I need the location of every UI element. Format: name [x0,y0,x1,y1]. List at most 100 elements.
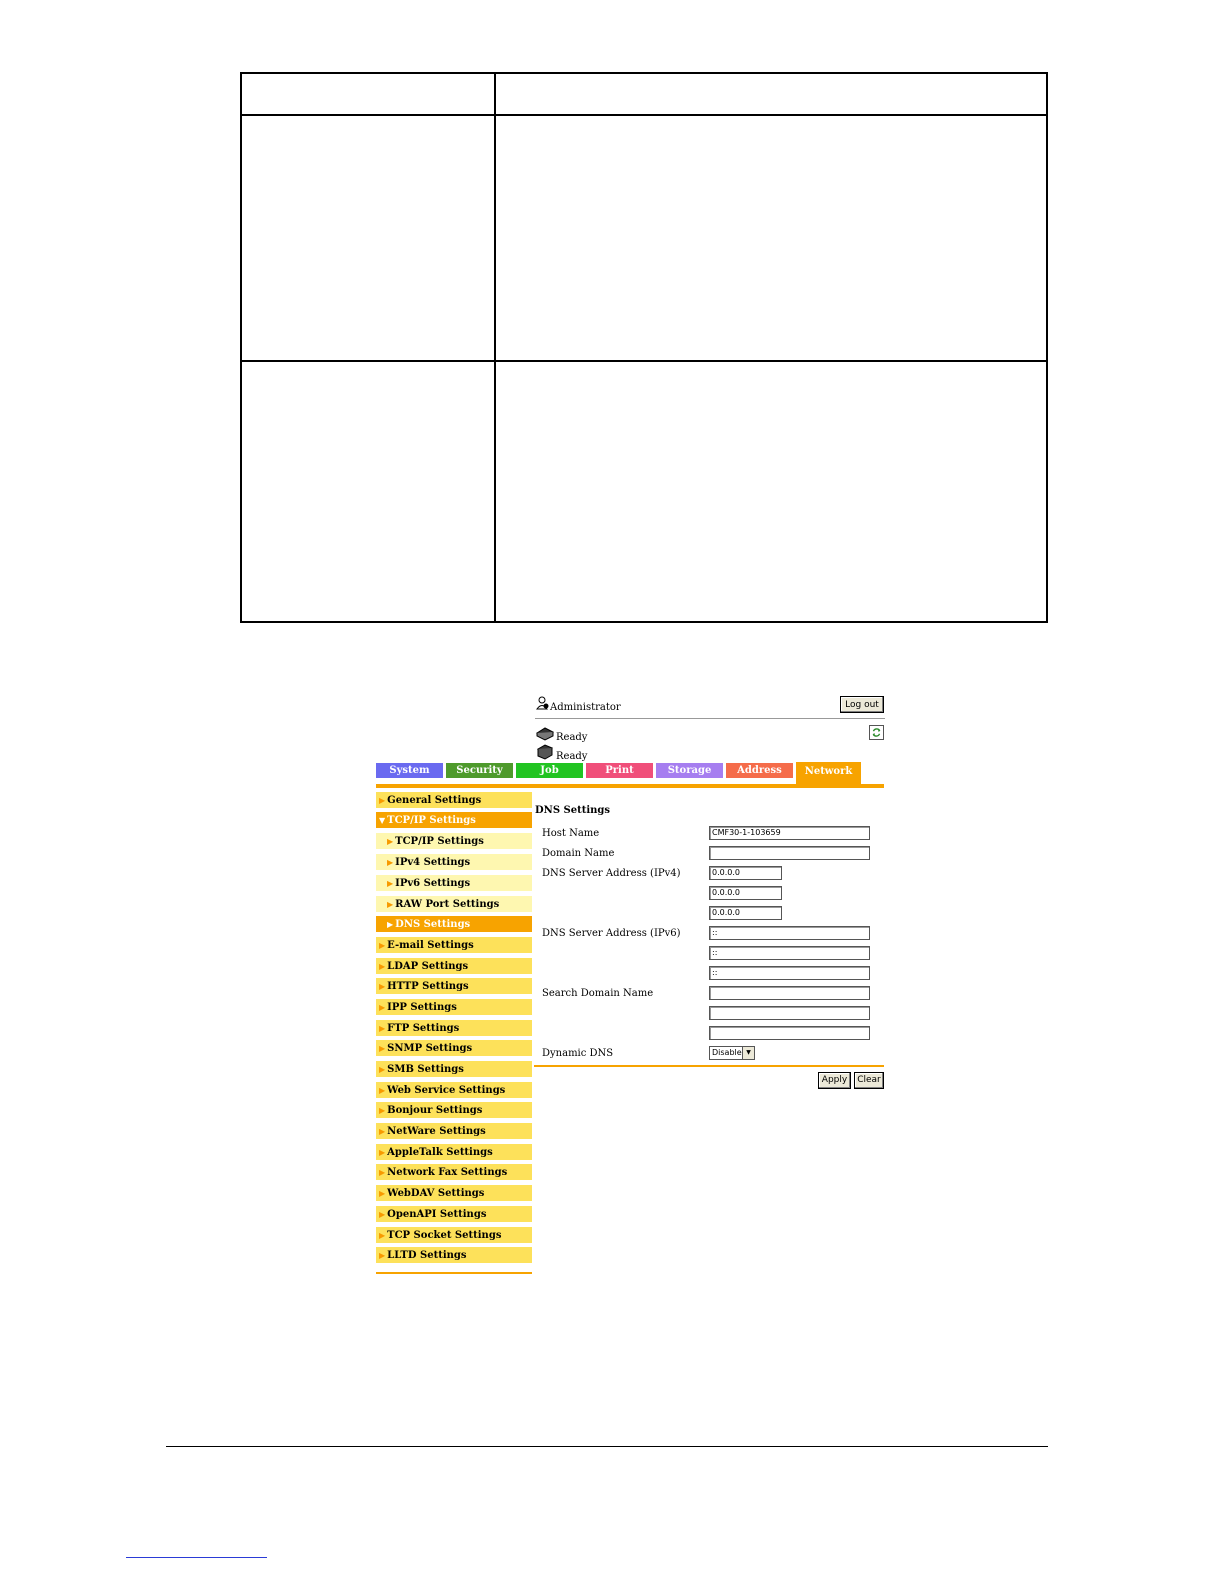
arrow-down-icon: ▼ [379,815,386,825]
sidebar-item-email-settings[interactable]: ▶ E-mail Settings [376,937,532,954]
sidebar-item-ldap-settings[interactable]: ▶ LDAP Settings [376,958,532,975]
arrow-right-icon: ▶ [379,1147,386,1157]
arrow-right-icon: ▶ [379,795,386,805]
sidebar-bottom-rule [376,1272,532,1274]
clear-button[interactable]: Clear [854,1072,884,1089]
domain-name-input[interactable] [709,846,870,860]
sidebar-item-bonjour-settings[interactable]: ▶ Bonjour Settings [376,1102,532,1119]
arrow-right-icon: ▶ [379,1250,386,1260]
tab-job[interactable]: Job [516,763,583,778]
tab-print[interactable]: Print [586,763,653,778]
tab-address[interactable]: Address [726,763,793,778]
sidebar-item-label: TCP/IP Settings [387,815,476,826]
chevron-down-icon[interactable]: ▼ [742,1047,754,1059]
sidebar-item-label: Network Fax Settings [387,1167,508,1178]
tab-underline [376,784,884,788]
sidebar-item-label: WebDAV Settings [387,1188,485,1199]
table-divider [242,114,1046,116]
table-divider [242,360,1046,362]
host-name-label: Host Name [542,828,600,839]
dns-ipv4-input-3[interactable]: 0.0.0.0 [709,906,782,920]
sidebar-item-label: General Settings [387,795,482,806]
sidebar-item-label: IPP Settings [387,1002,457,1013]
scanner-status: Ready [556,751,588,762]
sidebar-item-tcpip-settings[interactable]: ▶ TCP/IP Settings [376,833,532,850]
arrow-right-icon: ▶ [379,1002,386,1012]
sidebar-item-label: RAW Port Settings [395,899,500,910]
footer-link-underline [126,1557,267,1558]
dns-ipv6-label: DNS Server Address (IPv6) [542,928,681,939]
form-divider [534,1065,884,1067]
sidebar-item-tcpip-group[interactable]: ▼ TCP/IP Settings [376,812,532,829]
table-column-divider [494,74,496,621]
arrow-right-icon: ▶ [379,961,386,971]
dns-ipv4-input-1[interactable]: 0.0.0.0 [709,866,782,880]
dns-ipv6-input-3[interactable]: :: [709,966,870,980]
arrow-right-icon: ▶ [379,1023,386,1033]
arrow-right-icon: ▶ [379,1188,386,1198]
sidebar-item-web-service-settings[interactable]: ▶ Web Service Settings [376,1082,532,1099]
printer-status: Ready [556,732,588,743]
sidebar-item-tcp-socket-settings[interactable]: ▶ TCP Socket Settings [376,1227,532,1244]
arrow-right-icon: ▶ [379,1167,386,1177]
sidebar-item-label: HTTP Settings [387,981,469,992]
sidebar-item-label: DNS Settings [395,919,471,930]
sidebar-item-openapi-settings[interactable]: ▶ OpenAPI Settings [376,1206,532,1223]
sidebar-item-raw-port-settings[interactable]: ▶ RAW Port Settings [376,896,532,913]
sidebar-item-label: SMB Settings [387,1064,464,1075]
arrow-right-icon: ▶ [379,1209,386,1219]
sidebar-item-ipp-settings[interactable]: ▶ IPP Settings [376,999,532,1016]
sidebar-item-label: TCP/IP Settings [395,836,484,847]
sidebar-item-network-fax-settings[interactable]: ▶ Network Fax Settings [376,1164,532,1181]
sidebar-item-label: TCP Socket Settings [387,1230,502,1241]
sidebar-item-dns-settings[interactable]: ▶ DNS Settings [376,916,532,933]
sidebar-item-http-settings[interactable]: ▶ HTTP Settings [376,978,532,995]
dynamic-dns-select[interactable]: Disable ▼ [709,1046,755,1060]
search-domain-label: Search Domain Name [542,988,654,999]
dns-ipv6-input-1[interactable]: :: [709,926,870,940]
arrow-right-icon: ▶ [379,1126,386,1136]
dns-ipv4-input-2[interactable]: 0.0.0.0 [709,886,782,900]
tab-system[interactable]: System [376,763,443,778]
sidebar-item-snmp-settings[interactable]: ▶ SNMP Settings [376,1040,532,1057]
sidebar-item-smb-settings[interactable]: ▶ SMB Settings [376,1061,532,1078]
sidebar-item-webdav-settings[interactable]: ▶ WebDAV Settings [376,1185,532,1202]
header-divider [535,718,885,719]
sidebar-item-label: E-mail Settings [387,940,474,951]
sidebar-item-label: OpenAPI Settings [387,1209,487,1220]
dynamic-dns-value: Disable [712,1048,742,1057]
printer-icon [535,727,555,741]
logout-button[interactable]: Log out [840,696,884,713]
sidebar-item-ipv4-settings[interactable]: ▶ IPv4 Settings [376,854,532,871]
refresh-icon[interactable] [869,725,884,740]
search-domain-input-1[interactable] [709,986,870,1000]
tab-security[interactable]: Security [446,763,513,778]
arrow-right-icon: ▶ [379,940,386,950]
tab-network[interactable]: Network [796,762,861,784]
web-admin-screenshot: Administrator Log out Ready Ready System… [372,692,888,1282]
sidebar-item-label: Web Service Settings [387,1085,506,1096]
sidebar-item-ftp-settings[interactable]: ▶ FTP Settings [376,1020,532,1037]
sidebar-item-appletalk-settings[interactable]: ▶ AppleTalk Settings [376,1144,532,1161]
search-domain-input-2[interactable] [709,1006,870,1020]
sidebar-item-lltd-settings[interactable]: ▶ LLTD Settings [376,1247,532,1264]
arrow-right-icon: ▶ [387,899,394,909]
document-table [240,72,1048,623]
sidebar-item-label: LDAP Settings [387,961,469,972]
scanner-icon [536,744,554,760]
apply-button[interactable]: Apply [818,1072,851,1089]
arrow-right-icon: ▶ [387,836,394,846]
sidebar-item-netware-settings[interactable]: ▶ NetWare Settings [376,1123,532,1140]
sidebar-item-label: IPv4 Settings [395,857,471,868]
host-name-input[interactable]: CMF30-1-103659 [709,826,870,840]
dns-ipv6-input-2[interactable]: :: [709,946,870,960]
sidebar-item-label: LLTD Settings [387,1250,467,1261]
sidebar-item-general-settings[interactable]: ▶ General Settings [376,792,532,809]
sidebar-item-label: AppleTalk Settings [387,1147,493,1158]
footer-divider [166,1446,1048,1447]
search-domain-input-3[interactable] [709,1026,870,1040]
arrow-right-icon: ▶ [379,1105,386,1115]
sidebar-item-ipv6-settings[interactable]: ▶ IPv6 Settings [376,875,532,892]
dns-ipv4-label: DNS Server Address (IPv4) [542,868,681,879]
tab-storage[interactable]: Storage [656,763,723,778]
